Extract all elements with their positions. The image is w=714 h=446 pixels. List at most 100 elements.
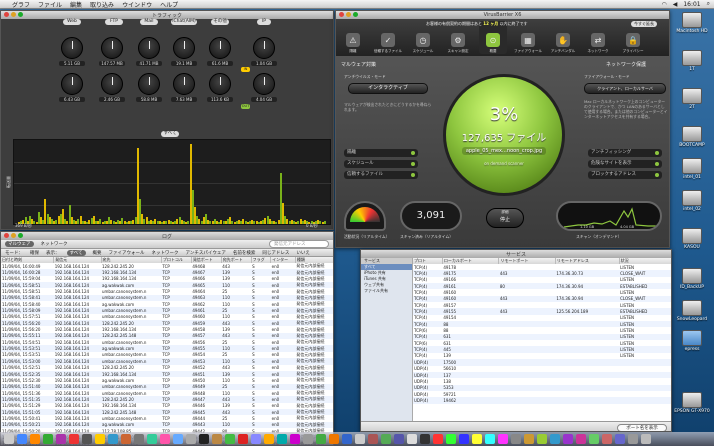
desktop-icon[interactable]: EPSON GT-X970 — [672, 392, 712, 414]
dock-app-icon[interactable] — [537, 434, 547, 444]
dock-app-icon[interactable] — [108, 434, 118, 444]
minimize-button[interactable] — [11, 233, 16, 238]
firewall-mode-button[interactable]: クライアント、ローカルサーバ — [584, 83, 666, 94]
dock-app-icon[interactable] — [95, 434, 105, 444]
dock-app-icon[interactable] — [147, 434, 157, 444]
dock-app-icon[interactable] — [589, 434, 599, 444]
dock-app-icon[interactable] — [160, 434, 170, 444]
dock-app-icon[interactable] — [459, 434, 469, 444]
log-filter-tab[interactable]: アンチスパイウェア — [186, 250, 226, 256]
close-button[interactable] — [4, 233, 9, 238]
dock-app-icon[interactable] — [446, 434, 456, 444]
dock-app-icon[interactable] — [173, 434, 183, 444]
dock-app-icon[interactable] — [251, 434, 261, 444]
volume-icon[interactable]: ◀ — [673, 1, 678, 8]
desktop-icon[interactable]: SnowLeopard — [672, 300, 712, 322]
dock-app-icon[interactable] — [628, 434, 638, 444]
dock-app-icon[interactable] — [576, 434, 586, 444]
menu-import[interactable]: 取り込み — [90, 0, 114, 9]
dock-app-icon[interactable] — [407, 434, 417, 444]
dock-app-icon[interactable] — [17, 434, 27, 444]
dangerous-sites-row[interactable]: 危険なサイトを表示 — [588, 160, 662, 168]
dock-app-icon[interactable] — [329, 434, 339, 444]
dock-app-icon[interactable] — [4, 434, 14, 444]
desktop-icon[interactable]: intel_01 — [672, 158, 712, 180]
dock-app-icon[interactable] — [420, 434, 430, 444]
services-row[interactable]: UDP(4) 19462 — [413, 397, 671, 404]
desktop-icon[interactable]: BOOTCAMP — [672, 126, 712, 148]
antiphishing-row[interactable]: アンチフィッシング — [588, 149, 662, 157]
desktop-icon[interactable]: intel_02 — [672, 190, 712, 212]
schedule-row[interactable]: スケジュール — [344, 160, 418, 168]
tab-ip[interactable]: IP — [257, 19, 271, 25]
dock-app-icon[interactable] — [69, 434, 79, 444]
tab-ichat[interactable]: iChat(AIM) — [171, 19, 197, 25]
dock-app-icon[interactable] — [43, 434, 53, 444]
dock-app-icon[interactable] — [212, 434, 222, 444]
log-filter-tab[interactable]: 表示： — [46, 250, 60, 256]
desktop-icon[interactable]: 1T — [672, 50, 712, 72]
log-filter-tab[interactable]: すべて — [66, 249, 86, 256]
dock-app-icon[interactable] — [563, 434, 573, 444]
dock-app-icon[interactable] — [121, 434, 131, 444]
wifi-icon[interactable]: ◠ — [661, 1, 666, 8]
desktop-icon[interactable]: epress — [672, 330, 712, 352]
extend-now-button[interactable]: 今すぐ延長 — [631, 21, 657, 27]
dock-app-icon[interactable] — [30, 434, 40, 444]
menu-file[interactable]: ファイル — [38, 0, 62, 9]
trusted-files-row[interactable]: 信頼するファイル — [344, 171, 418, 179]
spotlight-icon[interactable]: ⌕ — [707, 0, 710, 8]
log-filter-tab[interactable]: いいえ — [296, 250, 310, 256]
dock-app-icon[interactable] — [485, 434, 495, 444]
dock-app-icon[interactable] — [56, 434, 66, 444]
tab-other[interactable]: その他 — [211, 19, 229, 25]
dock-app-icon[interactable] — [433, 434, 443, 444]
desktop-icon[interactable]: 2T — [672, 88, 712, 110]
log-filter-tab[interactable]: ファイアウォール — [109, 250, 145, 256]
interactive-button[interactable]: インタラクティブ — [348, 83, 428, 94]
dock-app-icon[interactable] — [264, 434, 274, 444]
dock-app-icon[interactable] — [134, 434, 144, 444]
dock-app-icon[interactable] — [394, 434, 404, 444]
tab-mail[interactable]: Mail — [140, 19, 158, 25]
zoom-button[interactable] — [353, 12, 358, 17]
log-search-input[interactable]: 発信元アドレス — [269, 240, 329, 248]
zoom-button[interactable] — [18, 12, 23, 17]
dock-app-icon[interactable] — [290, 434, 300, 444]
dock-app-icon[interactable] — [550, 434, 560, 444]
dock-app-icon[interactable] — [368, 434, 378, 444]
blocked-addresses-row[interactable]: ブロックするアドレス — [588, 171, 662, 179]
dock-app-icon[interactable] — [472, 434, 482, 444]
services-sidebar-item[interactable]: ファイル共有 — [361, 288, 412, 294]
menu-graph[interactable]: グラフ — [12, 0, 30, 9]
log-filter-tab[interactable]: 名前を検索 — [233, 250, 256, 256]
dock-app-icon[interactable] — [524, 434, 534, 444]
dock-app-icon[interactable] — [303, 434, 313, 444]
dock-app-icon[interactable] — [355, 434, 365, 444]
menu-edit[interactable]: 編集 — [70, 0, 82, 9]
close-button[interactable] — [4, 12, 9, 17]
log-filter-tab[interactable]: 概要 — [93, 250, 102, 256]
dock-app-icon[interactable] — [238, 434, 248, 444]
tab-malware[interactable]: マルウェア — [5, 241, 34, 247]
log-filter-tab[interactable]: 同じアドレス — [262, 250, 289, 256]
clock[interactable]: 16:01 — [683, 1, 700, 8]
show-port-names-button[interactable]: ポート名を表示 — [617, 424, 667, 431]
dock-app-icon[interactable] — [511, 434, 521, 444]
dock-app-icon[interactable] — [82, 434, 92, 444]
dock-app-icon[interactable] — [186, 434, 196, 444]
zoom-button[interactable] — [18, 233, 23, 238]
dock-app-icon[interactable] — [199, 434, 209, 444]
stop-button[interactable]: 詳細 停止 — [486, 208, 524, 228]
all-button[interactable]: すべて — [161, 131, 179, 137]
menu-help[interactable]: ヘルプ — [160, 0, 178, 9]
minimize-button[interactable] — [346, 12, 351, 17]
dock-app-icon[interactable] — [498, 434, 508, 444]
minimize-button[interactable] — [11, 12, 16, 17]
dock-app-icon[interactable] — [316, 434, 326, 444]
dock-app-icon[interactable] — [381, 434, 391, 444]
log-filter-tab[interactable]: ネットワーク — [152, 250, 179, 256]
tab-web[interactable]: Web — [63, 19, 81, 25]
dock-app-icon[interactable] — [342, 434, 352, 444]
menu-window[interactable]: ウインドウ — [122, 0, 152, 9]
